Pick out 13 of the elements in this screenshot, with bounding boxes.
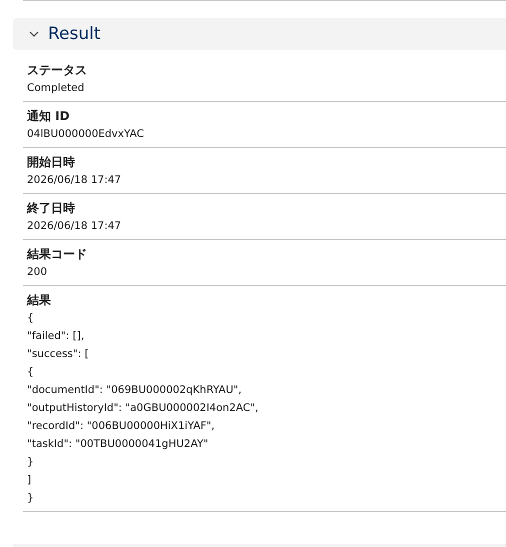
field-label: 結果コード (27, 246, 88, 263)
field-label: ステータス (27, 62, 88, 79)
field-label: 結果 (27, 292, 52, 309)
field-value: 2026/06/18 17:47 (27, 219, 122, 234)
field-value: 2026/06/18 17:47 (27, 173, 122, 188)
field-value: Completed (27, 81, 86, 96)
field-label: 開始日時 (27, 154, 76, 171)
field-value: 200 (27, 265, 48, 280)
field-label: 通知 ID (27, 108, 71, 125)
field-value: 04lBU000000EdvxYAC (27, 127, 145, 142)
section-header[interactable]: Result (13, 18, 506, 50)
field-label: 終了日時 (27, 200, 76, 217)
field-value: { "failed": [], "success": [ { "documentId": "069BU000002qKhRYAU", "outputHistoryId": "a0GBU000002I4on2AC", "recordId": "006BU00000HiX1iYAF", "taskId": "00TBU0000041gHU2AY" } ] } (27, 311, 260, 506)
